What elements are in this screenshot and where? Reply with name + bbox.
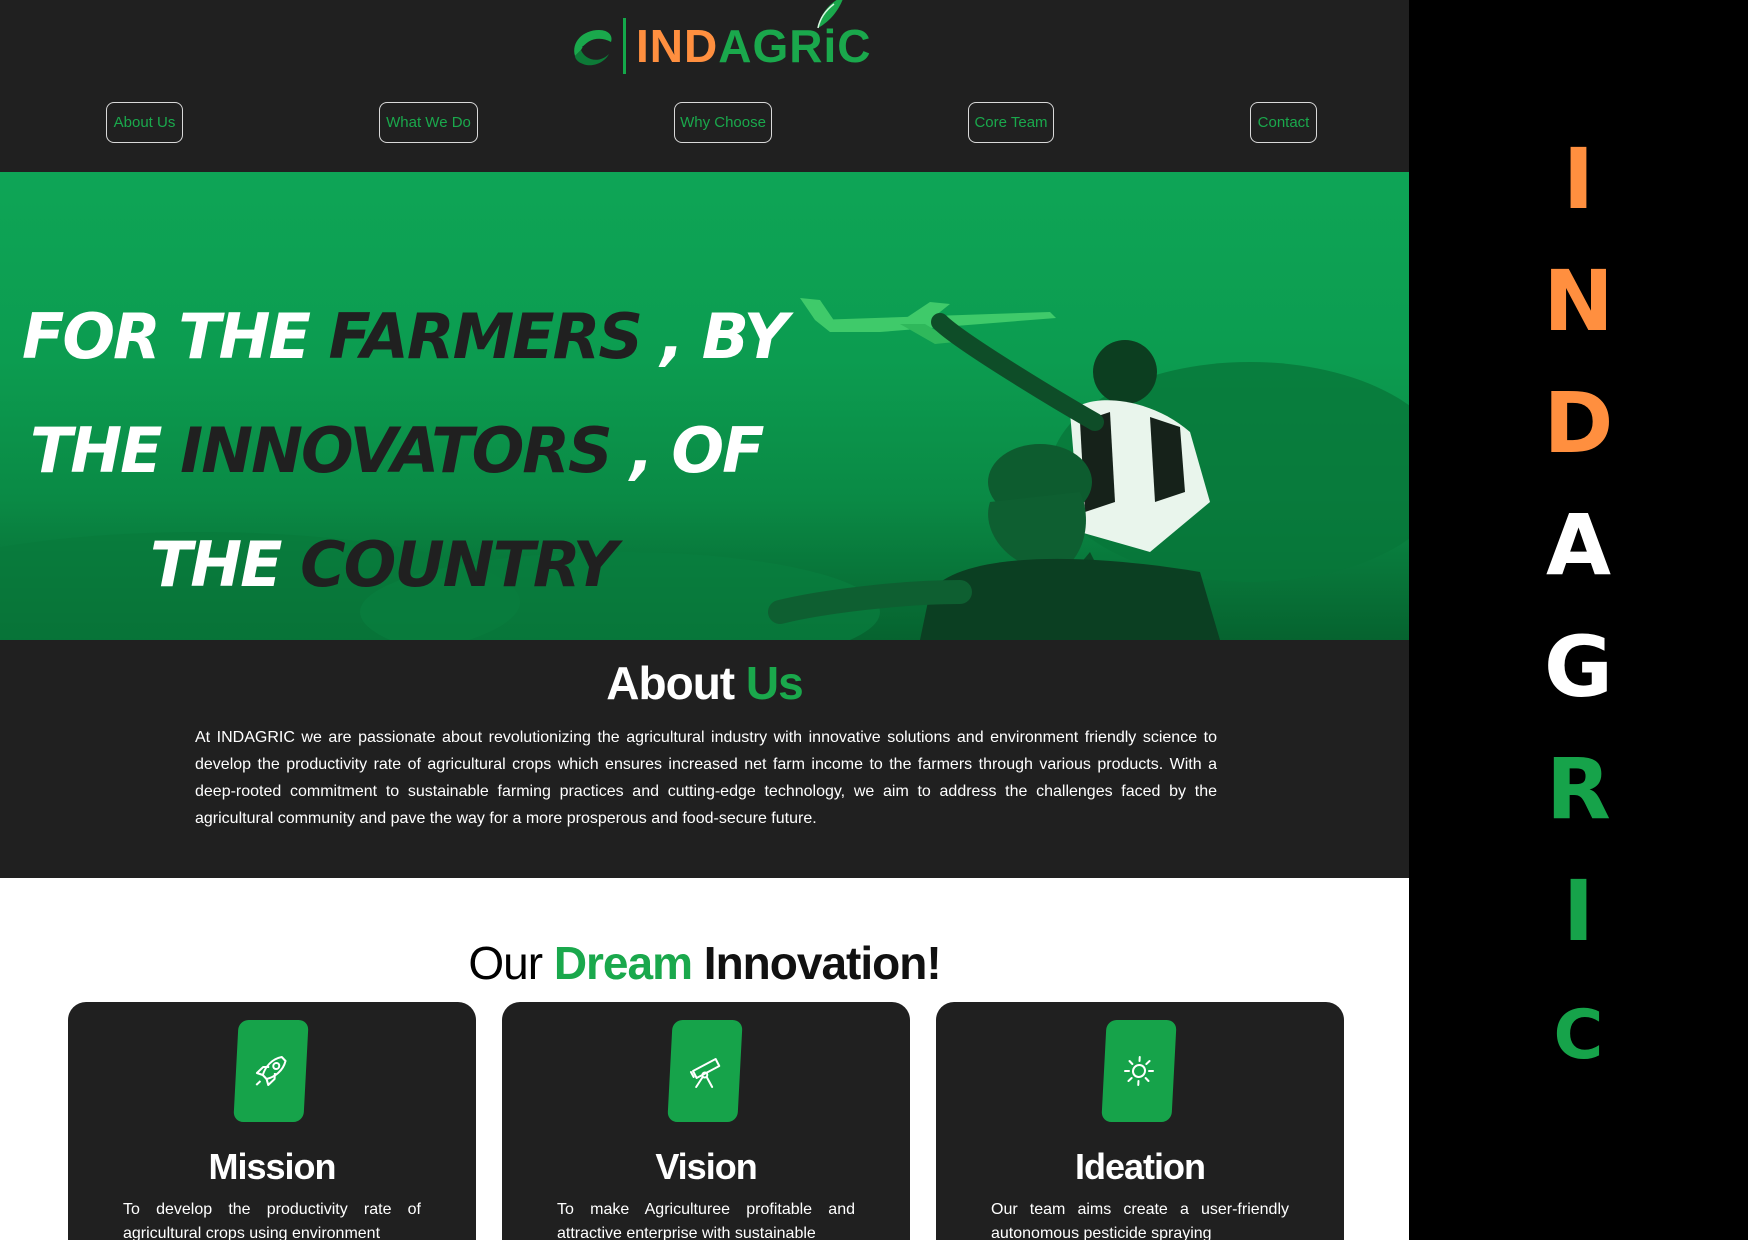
dream-title-innovation: Innovation! (692, 937, 942, 989)
sun-icon (1101, 1020, 1177, 1122)
hero-text: FOR THE (22, 300, 329, 373)
hero-headline-line-1: FOR THE FARMERS , BY (22, 300, 789, 373)
hero-text: , BY (641, 300, 789, 373)
sprout-leaf-icon (817, 0, 843, 29)
logo-leaf-icon (565, 20, 617, 72)
hero-text: THE (150, 528, 301, 601)
hero-banner: FOR THE FARMERS , BY THE INNOVATORS , OF… (0, 172, 1409, 640)
nav-why-choose-button[interactable]: Why Choose (674, 102, 772, 143)
dream-title: Our Dream Innovation! (0, 936, 1409, 990)
side-letter: N (1543, 252, 1614, 350)
hero-text: THE (30, 414, 181, 487)
hero-headline-line-3: THE COUNTRY (150, 528, 618, 601)
mission-card-title: Mission (208, 1146, 336, 1187)
side-letter: A (1545, 496, 1611, 594)
nav-about-us-button[interactable]: About Us (106, 102, 183, 143)
mission-card: Mission To develop the productivity rate… (68, 1002, 476, 1240)
about-section: About Us At INDAGRIC we are passionate a… (0, 640, 1409, 878)
ideation-card-text: Our team aims create a user-friendly aut… (991, 1201, 1289, 1240)
vision-card: Vision To make Agriculturee profitable a… (502, 1002, 910, 1240)
hero-text-dark: COUNTRY (300, 528, 618, 601)
vision-card-text: To make Agriculturee profitable and attr… (557, 1201, 855, 1240)
about-paragraph: At INDAGRIC we are passionate about revo… (195, 729, 1217, 827)
hero-headline-line-2: THE INNOVATORS , OF (30, 414, 764, 487)
rocket-icon (233, 1020, 309, 1122)
side-letter: D (1543, 374, 1614, 472)
side-letter: G (1544, 618, 1613, 716)
hero-text: , OF (610, 414, 764, 487)
side-letter: C (1553, 996, 1604, 1075)
dream-innovation-section: Our Dream Innovation! Mission To develop… (0, 878, 1409, 1240)
logo-divider (623, 17, 626, 74)
ideation-card-title: Ideation (1074, 1146, 1206, 1187)
about-title-white: About (606, 657, 746, 709)
dream-title-our: Our (468, 937, 554, 989)
site-header: IND AGRiC About Us What We Do Why Choose … (0, 0, 1409, 172)
mission-card-text: To develop the productivity rate of agri… (123, 1201, 421, 1240)
ideation-card: Ideation Our team aims create a user-fri… (936, 1002, 1344, 1240)
nav-contact-button[interactable]: Contact (1250, 102, 1317, 143)
side-letter: I (1562, 862, 1595, 960)
vision-card-title: Vision (655, 1146, 757, 1187)
about-title: About Us (0, 656, 1409, 710)
logo-ind-text: IND (636, 19, 719, 72)
side-letter: I (1562, 130, 1595, 228)
about-title-green: Us (745, 657, 804, 709)
side-letter: R (1546, 740, 1611, 838)
nav-core-team-button[interactable]: Core Team (968, 102, 1054, 143)
vertical-brand-banner: I N D A G R I C (1409, 0, 1748, 1240)
telescope-icon (667, 1020, 743, 1122)
hero-text-dark: INNOVATORS (180, 414, 613, 487)
hero-text-dark: FARMERS (328, 300, 644, 373)
website-page: IND AGRiC About Us What We Do Why Choose … (0, 0, 1409, 1240)
nav-what-we-do-button[interactable]: What We Do (379, 102, 478, 143)
dream-title-dream: Dream (553, 937, 693, 989)
